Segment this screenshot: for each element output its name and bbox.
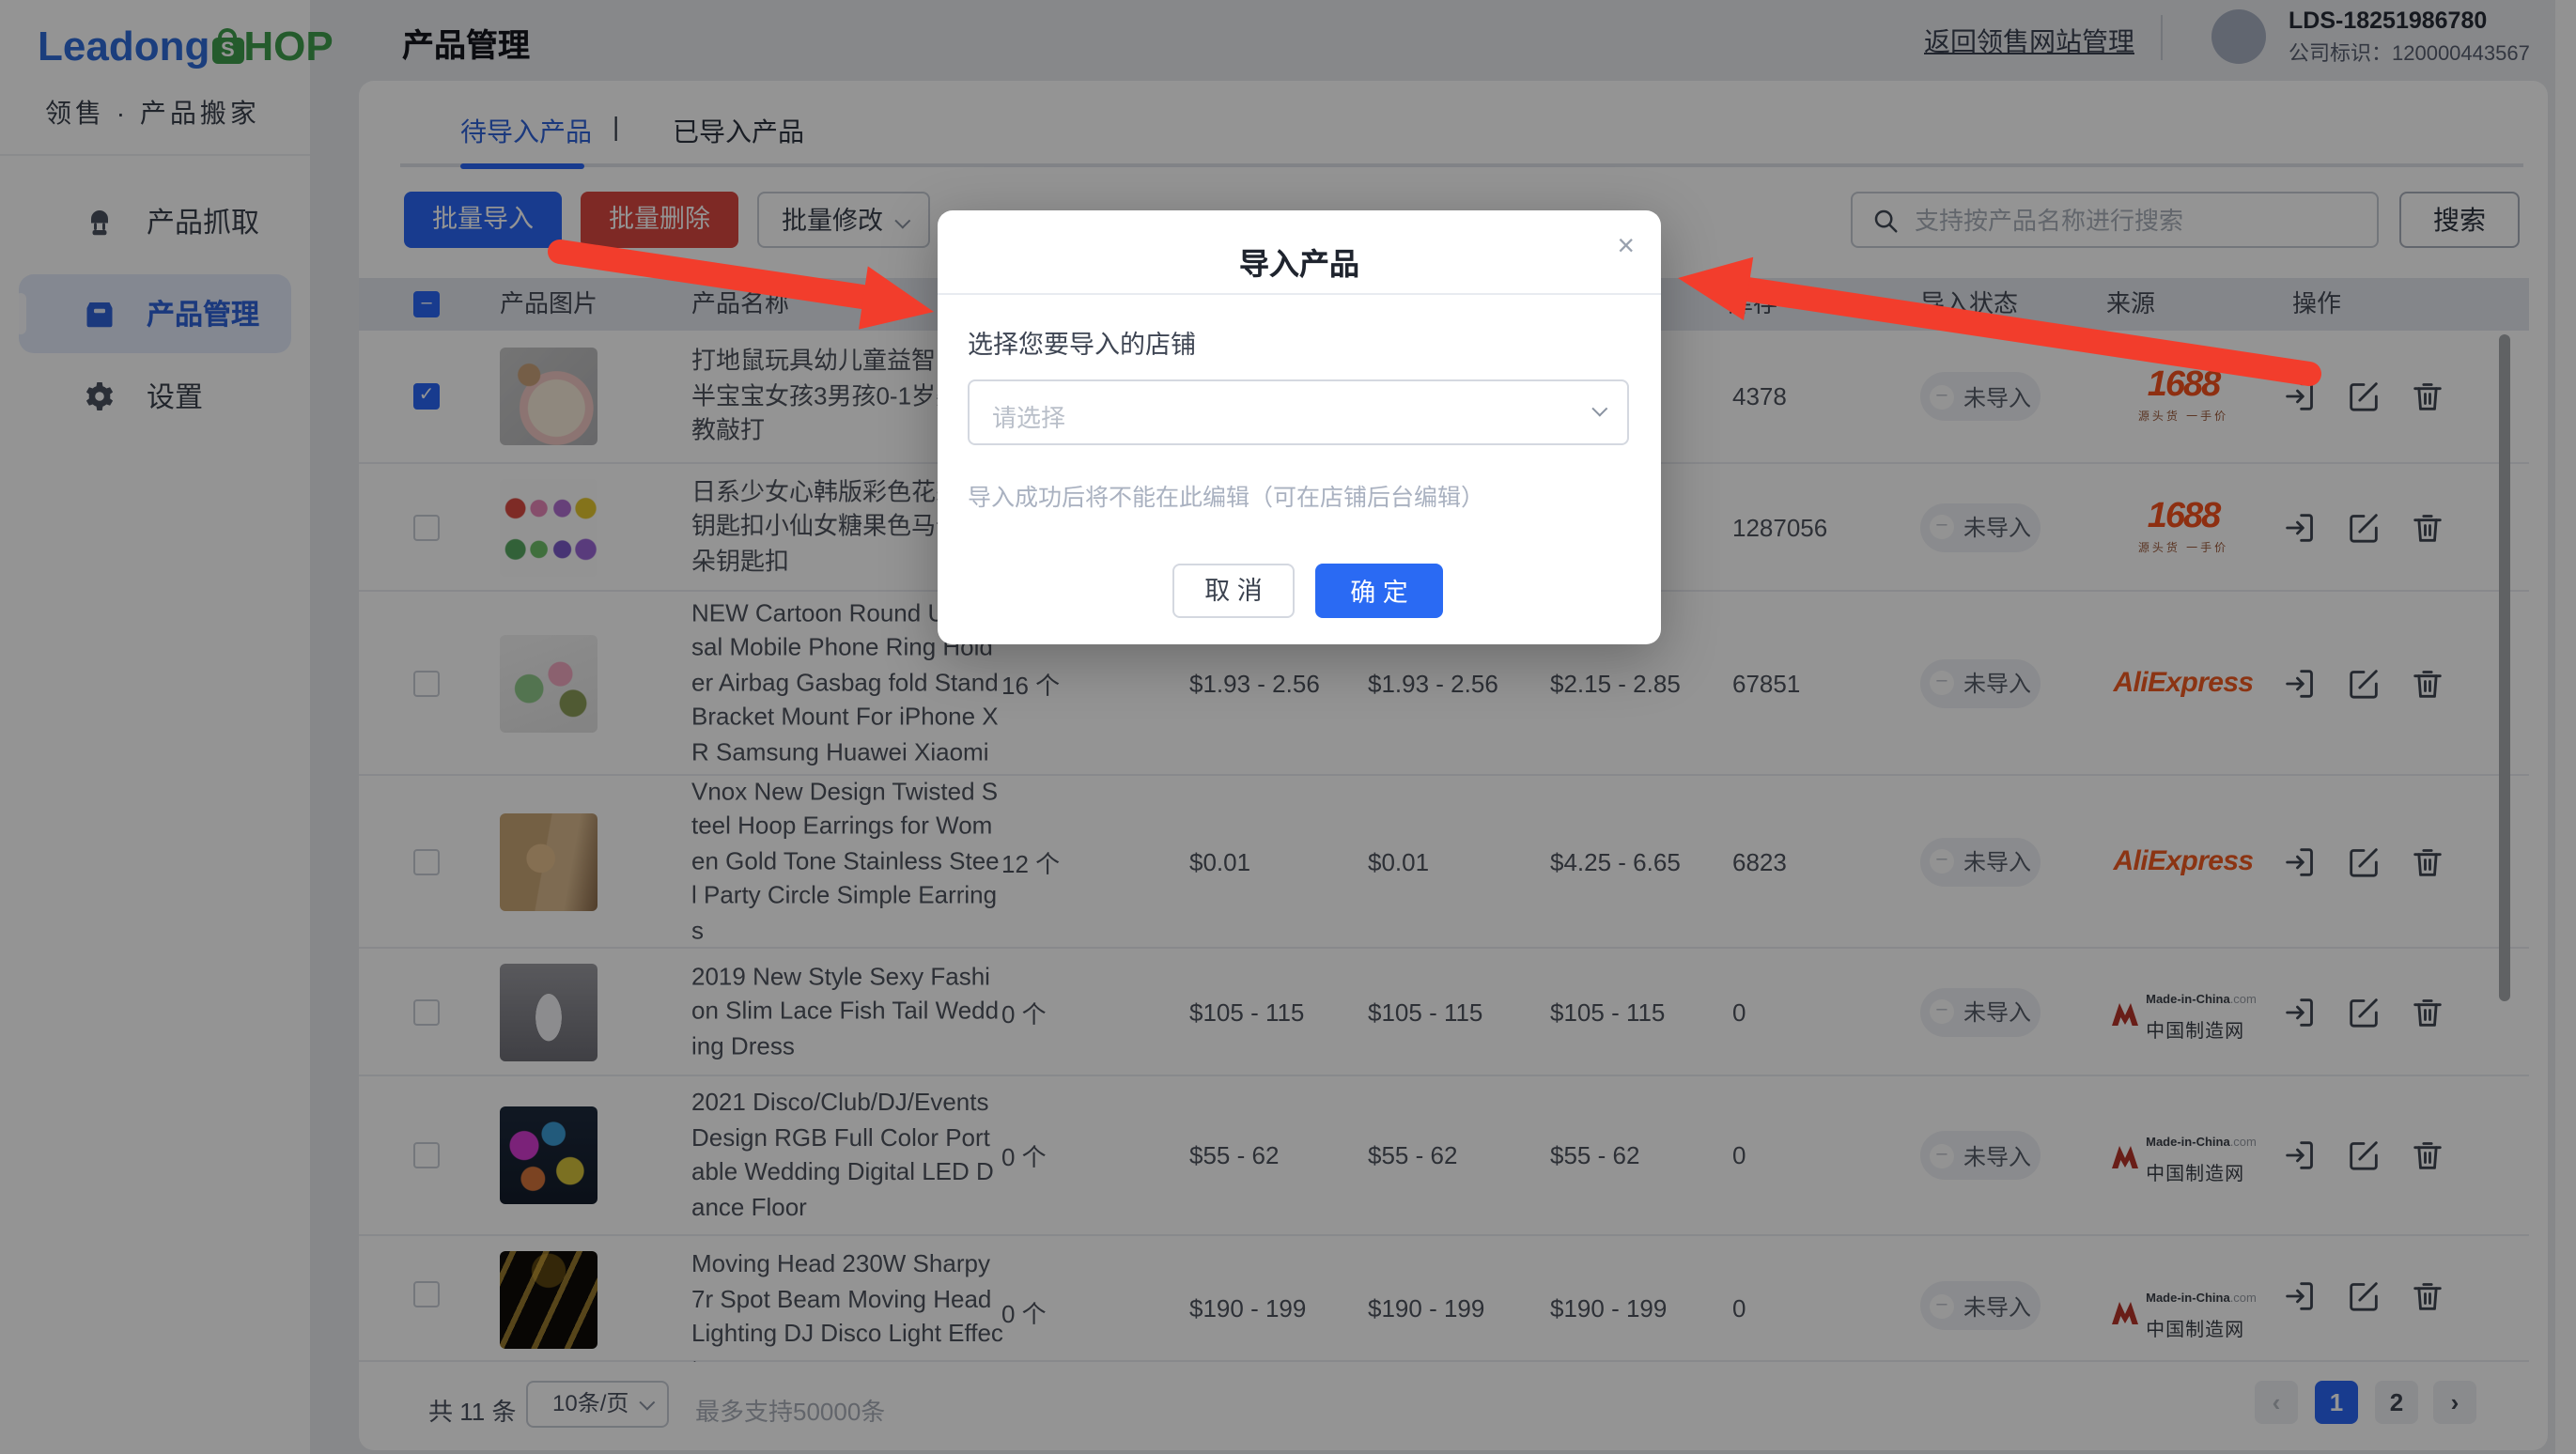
close-icon[interactable]: × bbox=[1617, 231, 1635, 265]
app-root: LeadongSHOP 领售 · 产品搬家 产品抓取 bbox=[0, 0, 2576, 1454]
cancel-button[interactable]: 取 消 bbox=[1172, 564, 1295, 618]
modal-title: 导入产品 bbox=[938, 239, 1661, 284]
modal-divider bbox=[938, 293, 1661, 295]
store-select-label: 选择您要导入的店铺 bbox=[968, 323, 1196, 361]
store-select-placeholder: 请选择 bbox=[992, 398, 1065, 434]
store-select[interactable]: 请选择 bbox=[968, 379, 1629, 445]
confirm-button[interactable]: 确 定 bbox=[1315, 564, 1443, 618]
import-product-modal: 导入产品 × 选择您要导入的店铺 请选择 导入成功后将不能在此编辑（可在店铺后台… bbox=[938, 210, 1661, 644]
chevron-down-icon bbox=[1591, 401, 1607, 417]
modal-hint: 导入成功后将不能在此编辑（可在店铺后台编辑） bbox=[968, 477, 1484, 513]
